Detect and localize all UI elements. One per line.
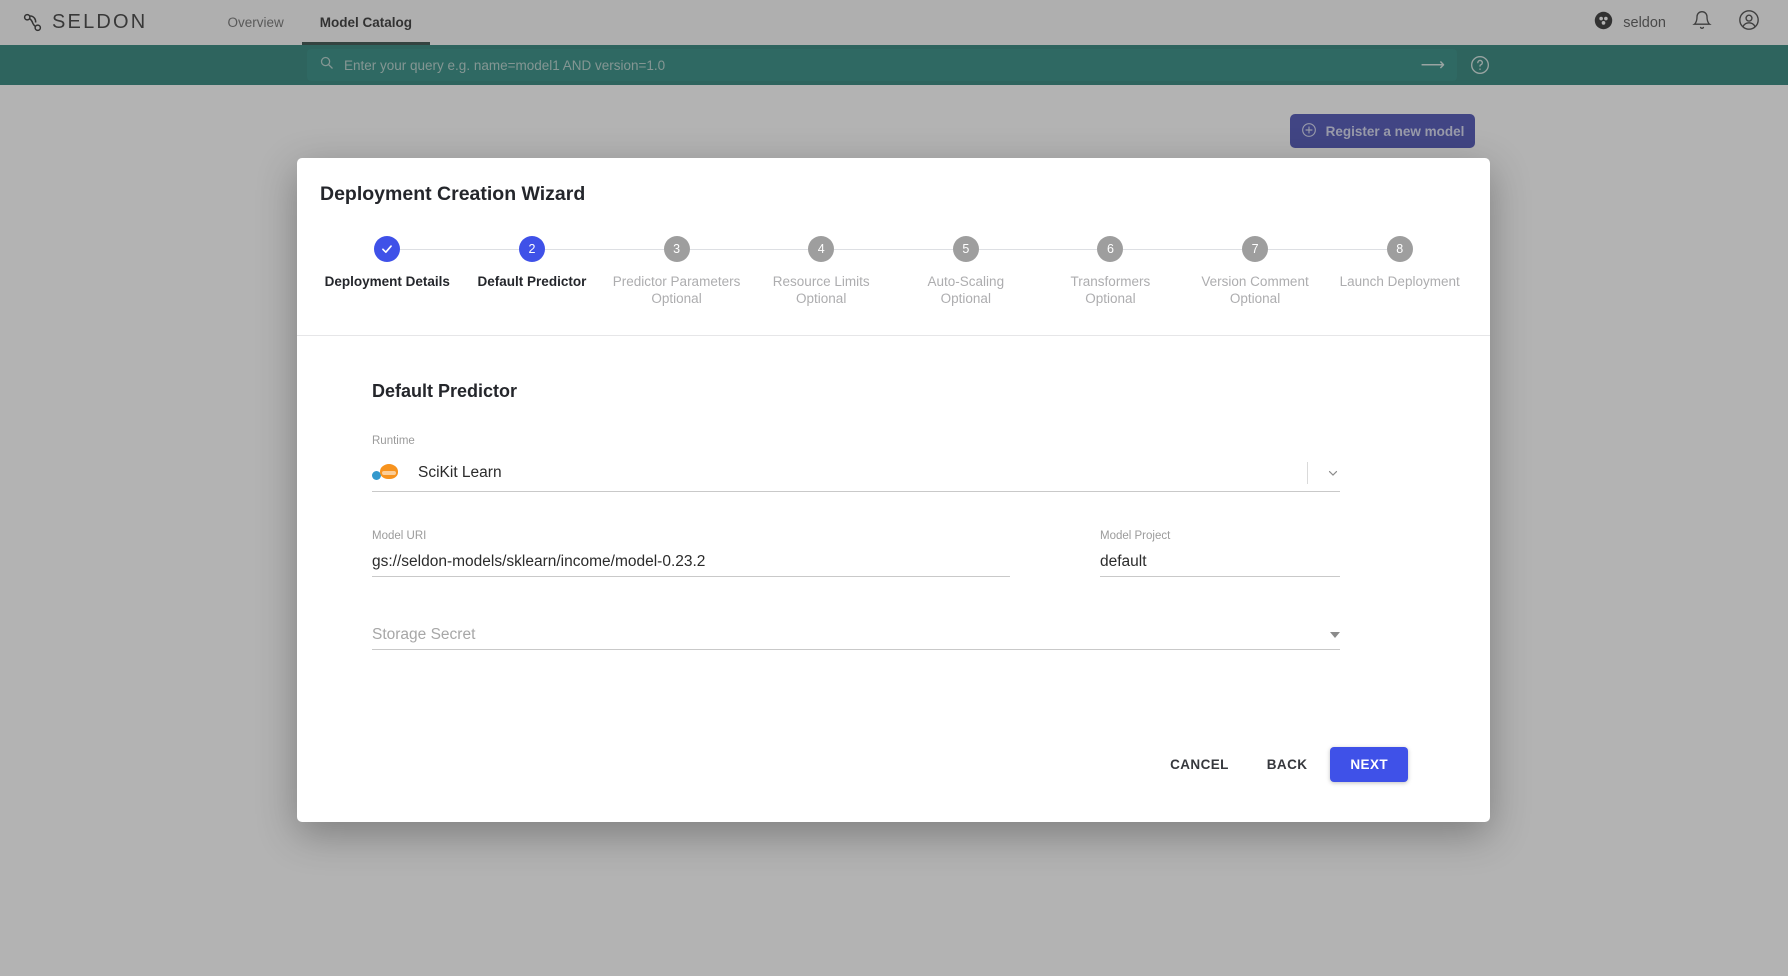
step-connector-right — [689, 248, 749, 250]
cancel-button[interactable]: CANCEL — [1155, 748, 1244, 781]
wizard-step-3-bubble-row: 3 — [604, 236, 749, 262]
model-project-field: Model Project default — [1100, 530, 1340, 577]
back-button[interactable]: BACK — [1252, 748, 1323, 781]
step-connector-right — [834, 248, 894, 250]
model-uri-label: Model URI — [372, 529, 427, 542]
step-connector-right — [400, 248, 460, 250]
runtime-value: SciKit Learn — [418, 463, 502, 481]
storage-secret-select[interactable]: Storage Secret — [372, 621, 1340, 649]
step-optional-7: Optional — [1229, 290, 1281, 306]
step-bubble-6: 6 — [1097, 236, 1124, 262]
dialog-actions: CANCEL BACK NEXT — [297, 747, 1490, 782]
step-bubble-3: 3 — [663, 236, 690, 262]
storage-secret-field: Storage Secret — [372, 621, 1340, 650]
scikit-learn-logo-icon — [372, 464, 398, 481]
step-optional-6: Optional — [1085, 290, 1136, 306]
step-label-4: Resource Limits Optional — [772, 274, 870, 306]
wizard-step-6[interactable]: 6 Transformers Optional — [1038, 236, 1183, 308]
wizard-step-4[interactable]: 4 Resource Limits Optional — [748, 236, 894, 308]
storage-secret-placeholder: Storage Secret — [372, 625, 476, 643]
caret-down-icon[interactable] — [1330, 631, 1340, 638]
step-optional-5: Optional — [940, 290, 991, 306]
step-connector-right — [978, 248, 1039, 250]
step-bubble-4: 4 — [808, 236, 835, 262]
wizard-step-5-bubble-row: 5 — [893, 236, 1039, 262]
step-bubble-5: 5 — [952, 236, 979, 262]
deployment-creation-wizard-dialog: Deployment Creation Wizard Deployment De… — [297, 158, 1490, 822]
step-connector-left — [604, 248, 664, 250]
wizard-step-6-bubble-row: 6 — [1038, 236, 1183, 262]
chevron-down-icon[interactable] — [1307, 461, 1340, 484]
wizard-step-2[interactable]: 2 Default Predictor — [459, 236, 605, 291]
model-project-input[interactable]: default — [1100, 548, 1340, 576]
dialog-title: Deployment Creation Wizard — [320, 183, 586, 205]
model-uri-value: gs://seldon-models/sklearn/income/model-… — [372, 552, 706, 570]
model-project-value: default — [1100, 552, 1147, 570]
model-uri-input[interactable]: gs://seldon-models/sklearn/income/model-… — [372, 548, 1010, 576]
runtime-label: Runtime — [372, 434, 415, 447]
step-connector-left — [1038, 248, 1098, 250]
step-bubble-2: 2 — [518, 236, 545, 262]
step-bubble-1 — [374, 236, 401, 262]
wizard-step-5[interactable]: 5 Auto-Scaling Optional — [893, 236, 1039, 308]
step-connector-left — [748, 248, 809, 250]
step-label-8: Launch Deployment — [1339, 274, 1460, 289]
wizard-step-8-bubble-row: 8 — [1327, 236, 1472, 262]
step-bubble-7: 7 — [1242, 236, 1269, 262]
storage-secret-underline — [372, 648, 1340, 650]
runtime-underline — [372, 490, 1340, 492]
step-bubble-8: 8 — [1386, 236, 1413, 262]
step-label-3: Predictor Parameters Optional — [612, 274, 741, 306]
step-connector-right — [544, 248, 605, 250]
wizard-step-2-bubble-row: 2 — [459, 236, 605, 262]
section-title: Default Predictor — [372, 380, 518, 401]
dialog-body: Default Predictor Runtime SciKit Learn M… — [297, 336, 1490, 747]
wizard-step-1-bubble-row — [315, 236, 460, 262]
app-root: SELDON Overview Model Catalog seldon Ent… — [0, 0, 1788, 976]
step-label-5: Auto-Scaling Optional — [927, 274, 1005, 306]
wizard-step-3[interactable]: 3 Predictor Parameters Optional — [604, 236, 749, 308]
step-label-2: Default Predictor — [477, 274, 587, 289]
step-optional-3: Optional — [651, 290, 702, 306]
step-connector-left — [459, 248, 519, 250]
step-label-1: Deployment Details — [324, 274, 450, 289]
model-project-label: Model Project — [1100, 529, 1171, 542]
model-uri-underline — [372, 575, 1010, 577]
step-connector-left — [1327, 248, 1387, 250]
runtime-field: Runtime SciKit Learn — [372, 435, 1340, 492]
runtime-select[interactable]: SciKit Learn — [372, 455, 1340, 491]
step-connector-left — [893, 248, 953, 250]
wizard-step-8[interactable]: 8 Launch Deployment — [1327, 236, 1472, 291]
model-uri-and-project-row: Model URI gs://seldon-models/sklearn/inc… — [372, 530, 1340, 577]
step-connector-right — [1123, 248, 1183, 250]
wizard-step-1[interactable]: Deployment Details — [315, 236, 460, 291]
model-project-underline — [1100, 575, 1340, 577]
step-label-7: Version Comment Optional — [1201, 274, 1309, 306]
wizard-step-4-bubble-row: 4 — [748, 236, 894, 262]
wizard-step-7-bubble-row: 7 — [1182, 236, 1328, 262]
step-label-6: Transformers Optional — [1070, 274, 1151, 306]
step-connector-left — [1182, 248, 1243, 250]
step-connector-right — [1268, 248, 1328, 250]
model-uri-field: Model URI gs://seldon-models/sklearn/inc… — [372, 530, 1010, 577]
wizard-stepper: Deployment Details 2 Default Predictor 3 Pre… — [315, 236, 1472, 308]
next-button[interactable]: NEXT — [1330, 747, 1408, 782]
step-optional-4: Optional — [796, 290, 847, 306]
wizard-step-7[interactable]: 7 Version Comment Optional — [1182, 236, 1328, 308]
